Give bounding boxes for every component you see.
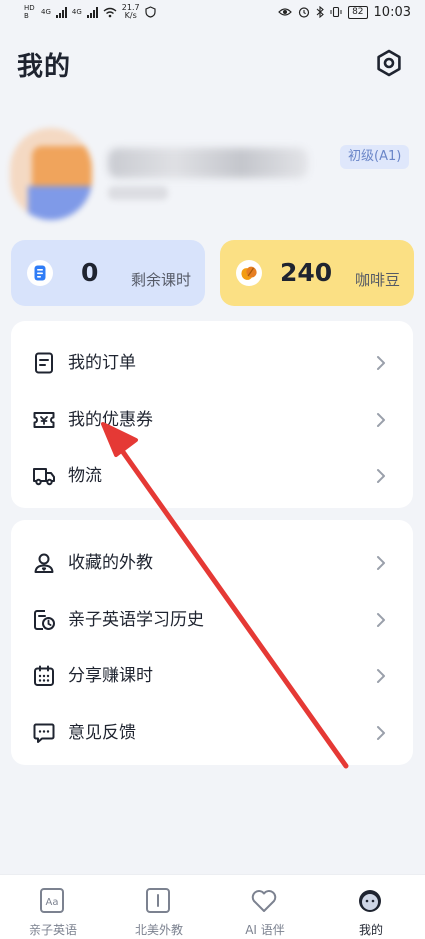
net-speed-unit: K/s: [124, 11, 137, 20]
nav-tab-na-teachers[interactable]: 北美外教: [106, 875, 212, 939]
nav-label-na-teachers: 北美外教: [134, 923, 183, 937]
coffee-beans-card[interactable]: 240 咖啡豆: [220, 240, 414, 306]
net-speed: 21.7 K/s: [122, 4, 140, 20]
menu-group-orders: 我的订单 我的优惠券 物流: [11, 321, 413, 508]
avatar[interactable]: [10, 128, 92, 220]
feedback-icon: [33, 723, 55, 743]
book-icon: [146, 888, 170, 913]
menu-item-orders[interactable]: 我的订单: [11, 335, 413, 391]
settings-hexagon-icon: [377, 49, 401, 77]
truck-icon: [33, 468, 55, 486]
remaining-lessons-value: 0: [81, 258, 99, 287]
profile-section[interactable]: 初级(A1): [0, 118, 425, 228]
profile-name-blurred: [108, 148, 308, 178]
menu-group-learning: 收藏的外教 亲子英语学习历史 分享赚课时 意见反馈: [11, 520, 413, 765]
menu-label-study-history: 亲子英语学习历史: [68, 610, 204, 630]
menu-item-logistics[interactable]: 物流: [11, 448, 413, 504]
battery-indicator: 82: [348, 5, 368, 19]
menu-item-share-earn[interactable]: 分享赚课时: [11, 648, 413, 704]
chevron-right-icon: [377, 613, 385, 627]
coupon-icon: [33, 412, 55, 428]
chevron-right-icon: [377, 356, 385, 370]
nav-tab-mine[interactable]: 我的: [318, 875, 424, 939]
signal-icon-2: [86, 6, 98, 18]
profile-face-icon: [359, 890, 381, 912]
chevron-right-icon: [377, 469, 385, 483]
status-bar: HD B 4G 4G 21.7 K/s 82 10:03: [0, 0, 425, 24]
menu-item-coupons[interactable]: 我的优惠券: [11, 392, 413, 448]
coffee-bean-icon: [236, 260, 262, 286]
remaining-lessons-card[interactable]: 0 剩余课时: [11, 240, 205, 306]
favorite-teacher-icon: [34, 553, 54, 573]
menu-label-orders: 我的订单: [68, 353, 136, 373]
status-left: HD B 4G 4G 21.7 K/s: [24, 4, 156, 20]
nav-tab-ai-partner[interactable]: AI 语伴: [212, 875, 318, 939]
signal-icon: [55, 6, 67, 18]
history-icon: [34, 610, 55, 630]
profile-subtitle-blurred: [108, 186, 168, 200]
alarm-icon: [298, 7, 310, 18]
coffee-beans-label: 咖啡豆: [354, 271, 400, 289]
wifi-icon: [103, 7, 117, 17]
menu-label-favorite-teachers: 收藏的外教: [68, 553, 153, 573]
chevron-right-icon: [377, 669, 385, 683]
network-type-2: 4G: [71, 8, 82, 16]
menu-item-feedback[interactable]: 意见反馈: [11, 705, 413, 761]
nav-label-mine: 我的: [358, 923, 383, 937]
eye-icon: [278, 8, 292, 16]
svg-text:Aa: Aa: [46, 897, 59, 908]
chevron-right-icon: [377, 413, 385, 427]
chevron-right-icon: [377, 556, 385, 570]
menu-label-logistics: 物流: [68, 466, 102, 486]
network-type: 4G: [41, 8, 51, 16]
level-badge[interactable]: 初级(A1): [340, 145, 410, 169]
aa-book-icon: Aa: [40, 888, 64, 913]
calendar-icon: [34, 665, 54, 686]
shield-icon: [144, 6, 156, 18]
remaining-lessons-label: 剩余课时: [130, 271, 191, 289]
menu-item-study-history[interactable]: 亲子英语学习历史: [11, 592, 413, 648]
status-time: 10:03: [373, 4, 411, 20]
menu-label-feedback: 意见反馈: [68, 723, 136, 743]
page-title: 我的: [17, 52, 72, 82]
menu-item-favorite-teachers[interactable]: 收藏的外教: [11, 535, 413, 591]
nav-tab-parent-child-english[interactable]: Aa 亲子英语: [0, 875, 106, 939]
coffee-beans-value: 240: [280, 258, 333, 287]
order-icon: [35, 352, 53, 374]
chevron-right-icon: [377, 726, 385, 740]
vibrate-icon: [330, 6, 342, 18]
status-right: 82 10:03: [278, 5, 411, 20]
lesson-card-icon: [27, 260, 53, 286]
nav-label-parent-child-english: 亲子英语: [28, 923, 77, 937]
nav-label-ai-partner: AI 语伴: [245, 923, 285, 937]
hd-indicator: HD B: [24, 4, 35, 20]
menu-label-share-earn: 分享赚课时: [68, 666, 153, 686]
heart-icon: [251, 890, 277, 912]
menu-label-coupons: 我的优惠券: [68, 410, 153, 430]
bottom-nav: Aa 亲子英语 北美外教 AI 语伴 我的: [0, 874, 425, 939]
settings-button[interactable]: [372, 46, 406, 80]
bluetooth-icon: [316, 6, 324, 18]
